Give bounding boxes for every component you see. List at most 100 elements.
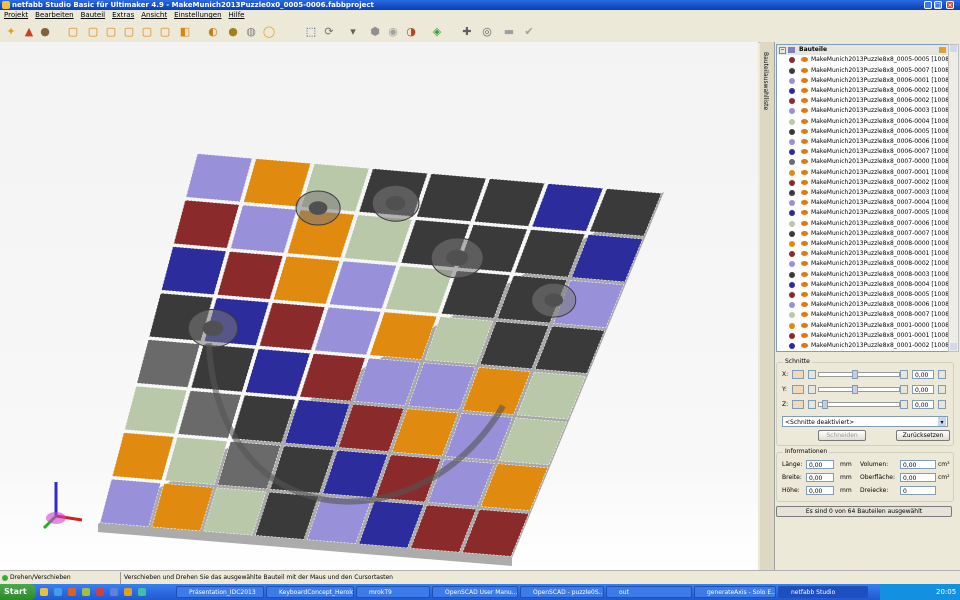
repair-icon[interactable]: ⬢ — [368, 24, 382, 38]
visibility-icon[interactable] — [801, 332, 808, 338]
part-color-swatch[interactable] — [789, 343, 795, 349]
visibility-icon[interactable] — [801, 190, 808, 195]
minimize-button[interactable]: _ — [924, 1, 932, 9]
part-color-swatch[interactable] — [789, 190, 795, 196]
puzzle-tile[interactable] — [314, 306, 382, 356]
menu-item-3[interactable]: Extras — [112, 11, 134, 19]
list-item[interactable]: MakeMunich2013Puzzle8x8_0008-0005 [1008] — [777, 290, 949, 300]
puzzle-tile[interactable] — [230, 204, 298, 254]
shading-icon[interactable]: ◐ — [206, 24, 220, 38]
slider-right-button[interactable] — [900, 400, 908, 409]
puzzle-tile[interactable] — [173, 199, 240, 249]
quicklaunch-icon[interactable] — [40, 588, 48, 596]
axis-checkbox[interactable] — [938, 370, 946, 379]
visibility-icon[interactable] — [801, 261, 808, 267]
axis-slider-track[interactable] — [818, 372, 900, 377]
part-color-swatch[interactable] — [789, 67, 795, 74]
list-item[interactable]: MakeMunich2013Puzzle8x8_0008-0006 [1008] — [777, 300, 949, 310]
axis-slider-thumb[interactable] — [852, 370, 858, 379]
menu-item-0[interactable]: Projekt — [4, 11, 28, 19]
list-item[interactable]: MakeMunich2013Puzzle8x8_0008-0002 [1008] — [777, 259, 949, 269]
new-icon[interactable]: ✦ — [4, 24, 18, 38]
part-color-swatch[interactable] — [789, 108, 795, 115]
list-item[interactable]: MakeMunich2013Puzzle8x8_0001-0001 [1008] — [777, 331, 949, 341]
slider-left-button[interactable] — [808, 400, 816, 409]
part-color-swatch[interactable] — [789, 149, 795, 156]
menu-item-2[interactable]: Bauteil — [81, 11, 105, 19]
list-item[interactable]: MakeMunich2013Puzzle8x8_0007-0006 [1008] — [777, 219, 949, 229]
list-item[interactable]: MakeMunich2013Puzzle8x8_0006-0006 [1008] — [777, 137, 949, 147]
select-icon[interactable]: ⬚ — [304, 24, 318, 38]
axis-value-field[interactable]: 0,00 — [912, 385, 934, 394]
part-color-swatch[interactable] — [789, 169, 795, 176]
axis-slider-thumb[interactable] — [822, 400, 828, 409]
visibility-icon[interactable] — [801, 271, 808, 277]
puzzle-tile[interactable] — [124, 385, 188, 435]
visibility-icon[interactable] — [801, 67, 808, 73]
list-item[interactable]: MakeMunich2013Puzzle8x8_0007-0005 [1008] — [777, 208, 949, 218]
puzzle-tile[interactable] — [161, 246, 227, 295]
visibility-icon[interactable] — [801, 118, 808, 124]
part-color-swatch[interactable] — [789, 302, 795, 309]
visibility-icon[interactable] — [801, 322, 808, 328]
visibility-icon[interactable] — [801, 312, 808, 318]
taskbar-button[interactable]: KeyboardConcept_Herold — [266, 586, 354, 598]
axis-value-field[interactable]: 0,00 — [912, 370, 934, 379]
part-color-swatch[interactable] — [789, 281, 795, 288]
visibility-icon[interactable] — [801, 159, 808, 165]
puzzle-tile[interactable] — [136, 339, 201, 388]
measure-icon[interactable]: ▾ — [346, 24, 360, 38]
puzzle-tile[interactable] — [217, 251, 284, 300]
visibility-icon[interactable] — [801, 169, 808, 175]
parts-header[interactable]: − Bauteile — [777, 45, 949, 56]
list-item[interactable]: MakeMunich2013Puzzle8x8_0006-0007 [1008] — [777, 147, 949, 157]
part-color-swatch[interactable] — [789, 77, 795, 84]
list-item[interactable]: MakeMunich2013Puzzle8x8_0007-0004 [1008] — [777, 198, 949, 208]
visibility-icon[interactable] — [801, 343, 808, 348]
list-item[interactable]: MakeMunich2013Puzzle8x8_0006-0003 [1008] — [777, 106, 949, 116]
list-item[interactable]: MakeMunich2013Puzzle8x8_0008-0004 [1008] — [777, 280, 949, 290]
axis-slider-thumb[interactable] — [852, 385, 858, 394]
puzzle-tile[interactable] — [273, 255, 341, 305]
taskbar-button[interactable]: Präsentation_IDC2013 — [176, 586, 264, 598]
view-left-icon[interactable]: ▢ — [104, 24, 118, 38]
list-item[interactable]: MakeMunich2013Puzzle8x8_0007-0000 [1008] — [777, 157, 949, 167]
analysis-icon[interactable]: ◉ — [386, 24, 400, 38]
schnitte-dropdown[interactable]: <Schnitte deaktiviert> ▾ — [782, 416, 948, 427]
minus-icon[interactable]: ▬ — [502, 24, 516, 38]
axis-slider-track[interactable] — [818, 387, 900, 392]
part-color-swatch[interactable] — [789, 98, 795, 105]
list-item[interactable]: MakeMunich2013Puzzle8x8_0006-0001 [1008] — [777, 76, 949, 86]
part-color-swatch[interactable] — [789, 210, 795, 217]
view-iso-icon[interactable]: ◧ — [178, 24, 192, 38]
part-color-swatch[interactable] — [789, 220, 795, 227]
part-color-swatch[interactable] — [789, 292, 795, 298]
puzzle-tile[interactable] — [531, 183, 604, 232]
part-color-swatch[interactable] — [789, 139, 795, 145]
part-color-swatch[interactable] — [789, 57, 795, 64]
list-item[interactable]: MakeMunich2013Puzzle8x8_0001-0000 [1008] — [777, 321, 949, 331]
list-item[interactable]: MakeMunich2013Puzzle8x8_0006-0002 [1008] — [777, 86, 949, 96]
puzzle-model[interactable] — [0, 42, 758, 570]
list-item[interactable]: MakeMunich2013Puzzle8x8_0007-0001 [1008] — [777, 168, 949, 178]
quicklaunch-icon[interactable] — [110, 588, 118, 596]
axis-checkbox[interactable] — [938, 385, 946, 394]
wireframe-icon[interactable]: ◍ — [244, 24, 258, 38]
3d-viewport[interactable] — [0, 42, 758, 570]
slider-left-button[interactable] — [808, 385, 816, 394]
slice-icon[interactable]: ◑ — [404, 24, 418, 38]
view-front-icon[interactable]: ▢ — [66, 24, 80, 38]
puzzle-tile[interactable] — [185, 153, 253, 203]
folder-icon[interactable] — [939, 47, 946, 53]
part-color-swatch[interactable] — [789, 251, 795, 258]
part-color-swatch[interactable] — [789, 179, 795, 186]
puzzle-tile[interactable] — [111, 432, 175, 481]
list-item[interactable]: MakeMunich2013Puzzle8x8_0008-0000 [1008] — [777, 239, 949, 249]
puzzle-tile[interactable] — [245, 348, 311, 397]
list-item[interactable]: MakeMunich2013Puzzle8x8_0005-0005 [1008] — [777, 55, 949, 65]
quicklaunch-icon[interactable] — [96, 588, 104, 596]
visibility-icon[interactable] — [801, 281, 808, 287]
start-button[interactable]: Start — [0, 584, 36, 600]
list-item[interactable]: MakeMunich2013Puzzle8x8_0008-0001 [1008] — [777, 249, 949, 259]
puzzle-tile[interactable] — [259, 302, 326, 351]
